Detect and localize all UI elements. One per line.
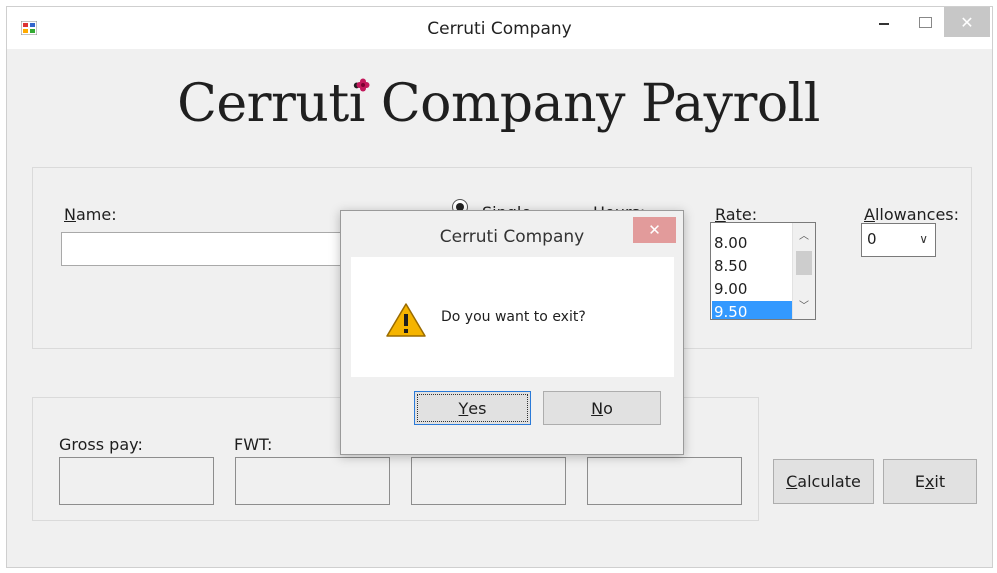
scroll-down-icon[interactable]: ﹀ <box>793 297 815 317</box>
dialog-message: Do you want to exit? <box>441 309 586 325</box>
maximize-icon <box>918 16 932 28</box>
gross-pay-label: Gross pay: <box>59 435 143 454</box>
name-input[interactable] <box>61 232 361 266</box>
window-title: Cerruti Company <box>427 19 572 39</box>
rate-scrollbar[interactable]: ︿ ﹀ <box>792 223 815 319</box>
calculate-button[interactable]: Calculate <box>773 459 874 504</box>
flower-icon <box>356 78 370 92</box>
close-button[interactable]: ✕ <box>944 7 990 37</box>
chevron-down-icon: ∨ <box>919 232 928 246</box>
scroll-up-icon[interactable]: ︿ <box>793 227 815 247</box>
rate-listbox[interactable]: 8.00 8.50 9.00 9.50 ︿ ﹀ <box>710 222 816 320</box>
dialog-title: Cerruti Company <box>439 227 585 247</box>
no-button[interactable]: No <box>543 391 661 425</box>
close-icon: ✕ <box>960 12 974 32</box>
close-icon: ✕ <box>648 221 661 239</box>
allowances-combobox[interactable]: 0 ∨ <box>861 223 936 257</box>
fwt-label: FWT: <box>234 435 273 454</box>
yes-button[interactable]: Yes <box>414 391 531 425</box>
exit-button[interactable]: Ex it <box>883 459 977 504</box>
fwt-output <box>235 457 390 505</box>
allowances-value: 0 <box>867 230 877 248</box>
maximize-button[interactable] <box>907 7 943 37</box>
gross-pay-output <box>59 457 214 505</box>
minimize-icon <box>879 23 889 25</box>
list-item[interactable]: 8.00 <box>712 232 793 255</box>
name-label: Name: <box>64 205 117 224</box>
warning-icon <box>386 303 426 337</box>
page-title: Cerruti Company Payroll <box>177 74 820 134</box>
minimize-button[interactable] <box>862 7 906 37</box>
list-item[interactable]: 9.00 <box>712 278 793 301</box>
list-item[interactable]: 8.50 <box>712 255 793 278</box>
allowances-label: Allowances: <box>864 205 960 224</box>
dialog-close-button[interactable]: ✕ <box>633 217 676 243</box>
scroll-thumb[interactable] <box>796 251 812 275</box>
exit-confirm-dialog: Cerruti Company ✕ Do you want to exit? Y… <box>340 210 684 455</box>
output-field-3 <box>411 457 566 505</box>
title-bar: Cerruti Company ✕ <box>7 7 992 49</box>
output-field-4 <box>587 457 742 505</box>
dialog-body: Do you want to exit? <box>351 257 674 377</box>
list-item-selected[interactable]: 9.50 <box>712 301 793 319</box>
